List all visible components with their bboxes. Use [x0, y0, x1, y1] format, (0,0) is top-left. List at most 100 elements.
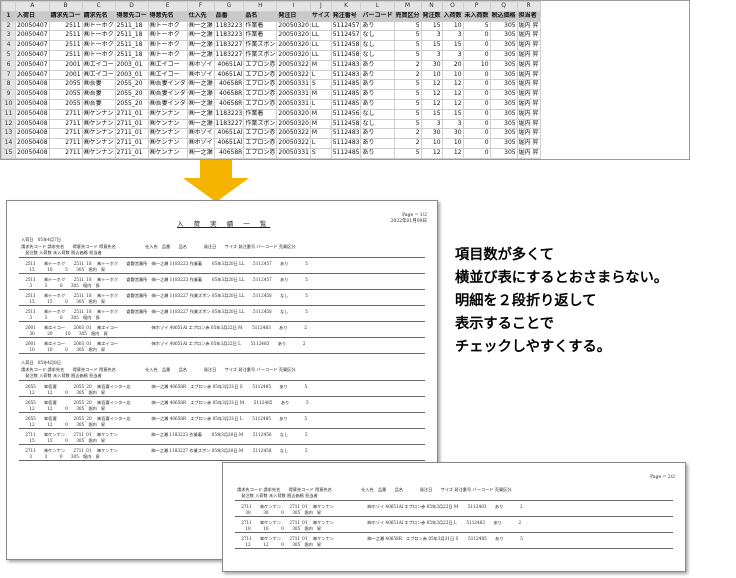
table-cell[interactable]: 2711 [48, 118, 83, 130]
table-cell[interactable]: 5112457 [330, 30, 362, 42]
table-cell[interactable]: 305 [489, 118, 518, 130]
column-letter[interactable]: B [48, 1, 83, 12]
table-cell[interactable]: 作業着 [243, 20, 278, 32]
row-number[interactable]: 1 [1, 10, 16, 22]
column-letter[interactable]: K [330, 1, 362, 12]
table-cell[interactable]: 作業着 [243, 108, 278, 120]
table-cell[interactable]: ㈱ホゾイ [186, 69, 215, 81]
table-cell[interactable]: 0 [462, 30, 491, 42]
table-cell[interactable]: 20050320 [276, 40, 311, 51]
row-number[interactable]: 9 [1, 89, 16, 100]
table-cell[interactable]: 堀内 昇 [516, 138, 541, 149]
column-letter[interactable]: D [114, 1, 149, 12]
table-cell[interactable]: 40658R [213, 98, 245, 110]
header-cell[interactable]: 税込価格 [489, 10, 518, 22]
table-cell[interactable]: 0 [462, 147, 491, 159]
table-cell[interactable]: 5112483 [330, 59, 362, 71]
table-cell[interactable]: エプロン赤 [243, 138, 278, 149]
column-letter[interactable]: G [213, 1, 245, 12]
row-number[interactable]: 3 [1, 30, 16, 42]
table-cell[interactable]: ㈱一之瀬 [186, 98, 215, 110]
column-letter[interactable] [1, 1, 16, 12]
table-cell[interactable]: ㈱トーホク [147, 30, 188, 42]
row-number[interactable]: 12 [1, 118, 16, 130]
table-cell[interactable]: 0 [462, 89, 491, 100]
table-cell[interactable]: 5 [462, 20, 491, 32]
table-cell[interactable]: 3 [441, 30, 464, 42]
table-cell[interactable]: 305 [489, 128, 518, 140]
table-cell[interactable]: 20050320 [276, 20, 311, 32]
table-cell[interactable]: ㈱トーホク [81, 30, 116, 42]
column-letter[interactable]: F [186, 1, 215, 12]
table-cell[interactable]: 堀内 昇 [516, 118, 541, 130]
column-letter[interactable]: R [516, 1, 541, 12]
table-cell[interactable]: ㈱一之瀬 [186, 30, 215, 42]
header-cell[interactable]: サイズ [309, 10, 332, 22]
header-cell[interactable]: 発注日 [276, 10, 311, 22]
row-number[interactable]: 15 [1, 147, 16, 159]
table-cell[interactable]: 2003_01 [114, 59, 149, 71]
table-cell[interactable]: あり [360, 98, 395, 110]
table-cell[interactable]: なし [360, 30, 395, 42]
table-cell[interactable]: 堀内 昇 [516, 108, 541, 120]
table-cell[interactable]: 12 [420, 79, 443, 91]
table-cell[interactable]: 1183223 [213, 108, 245, 120]
table-cell[interactable]: 305 [489, 147, 518, 159]
table-cell[interactable]: 305 [489, 20, 518, 32]
table-cell[interactable]: 堀内 昇 [516, 128, 541, 140]
table-cell[interactable]: ㈱ケンナン [81, 147, 116, 159]
table-cell[interactable]: 20050407 [15, 59, 50, 71]
table-cell[interactable]: LL [309, 30, 332, 42]
table-cell[interactable]: M [309, 89, 332, 100]
table-cell[interactable]: 40658R [213, 147, 245, 159]
table-cell[interactable]: ㈱エイコー [147, 59, 188, 71]
column-letter[interactable]: E [147, 1, 188, 12]
header-cell[interactable]: 入荷日 [15, 10, 50, 22]
table-cell[interactable]: ㈱トーホク [147, 20, 188, 32]
table-cell[interactable]: 20050408 [15, 108, 50, 120]
header-cell[interactable]: 得意先コー [114, 10, 149, 22]
table-cell[interactable]: ㈱ケンナン [147, 108, 188, 120]
table-cell[interactable]: ㈱一之瀬 [186, 147, 215, 159]
table-cell[interactable]: 15 [420, 20, 443, 32]
table-cell[interactable]: 40651Al [213, 59, 245, 71]
table-cell[interactable]: 0 [462, 98, 491, 110]
table-cell[interactable]: ㈱ケンナン [147, 138, 188, 149]
table-cell[interactable]: ㈱ホゾイ [186, 59, 215, 71]
table-cell[interactable]: ㈱吾妻 [81, 98, 116, 110]
table-cell[interactable]: 305 [489, 30, 518, 42]
row-number[interactable]: 5 [1, 49, 16, 61]
table-cell[interactable]: 10 [420, 138, 443, 149]
table-cell[interactable]: ㈱吾妻インタ [147, 89, 188, 100]
table-cell[interactable]: ㈱ケンナン [81, 118, 116, 130]
table-cell[interactable]: 20050331 [276, 89, 311, 100]
table-cell[interactable]: 305 [489, 98, 518, 110]
table-cell[interactable]: あり [360, 79, 395, 91]
table-cell[interactable]: 305 [489, 40, 518, 51]
table-cell[interactable]: 2711_01 [114, 128, 149, 140]
table-cell[interactable]: 2511 [48, 49, 83, 61]
table-cell[interactable]: ㈱一之瀬 [186, 108, 215, 120]
table-cell[interactable]: ㈱一之瀬 [186, 89, 215, 100]
table-cell[interactable]: 5 [393, 40, 422, 51]
table-cell[interactable]: ㈱エイコー [81, 69, 116, 81]
header-cell[interactable]: 担当者 [516, 10, 541, 22]
table-cell[interactable]: 15 [420, 108, 443, 120]
table-cell[interactable]: 10 [441, 69, 464, 81]
header-cell[interactable]: バーコード [360, 10, 395, 22]
column-letter[interactable]: J [309, 1, 332, 12]
table-cell[interactable]: ㈱ケンナン [147, 147, 188, 159]
column-letter[interactable]: A [15, 1, 50, 12]
table-cell[interactable]: 12 [420, 98, 443, 110]
table-cell[interactable]: ㈱ケンナン [147, 128, 188, 140]
table-cell[interactable]: ㈱ケンナン [147, 118, 188, 130]
table-cell[interactable]: 10 [462, 59, 491, 71]
table-cell[interactable]: エプロン赤 [243, 147, 278, 159]
table-cell[interactable]: ㈱ケンナン [81, 138, 116, 149]
table-cell[interactable]: 5 [393, 79, 422, 91]
row-number[interactable]: 6 [1, 59, 16, 71]
table-cell[interactable]: エプロン赤 [243, 98, 278, 110]
table-cell[interactable]: 堀内 昇 [516, 20, 541, 32]
table-cell[interactable]: なし [360, 49, 395, 61]
table-cell[interactable]: 20050408 [15, 128, 50, 140]
